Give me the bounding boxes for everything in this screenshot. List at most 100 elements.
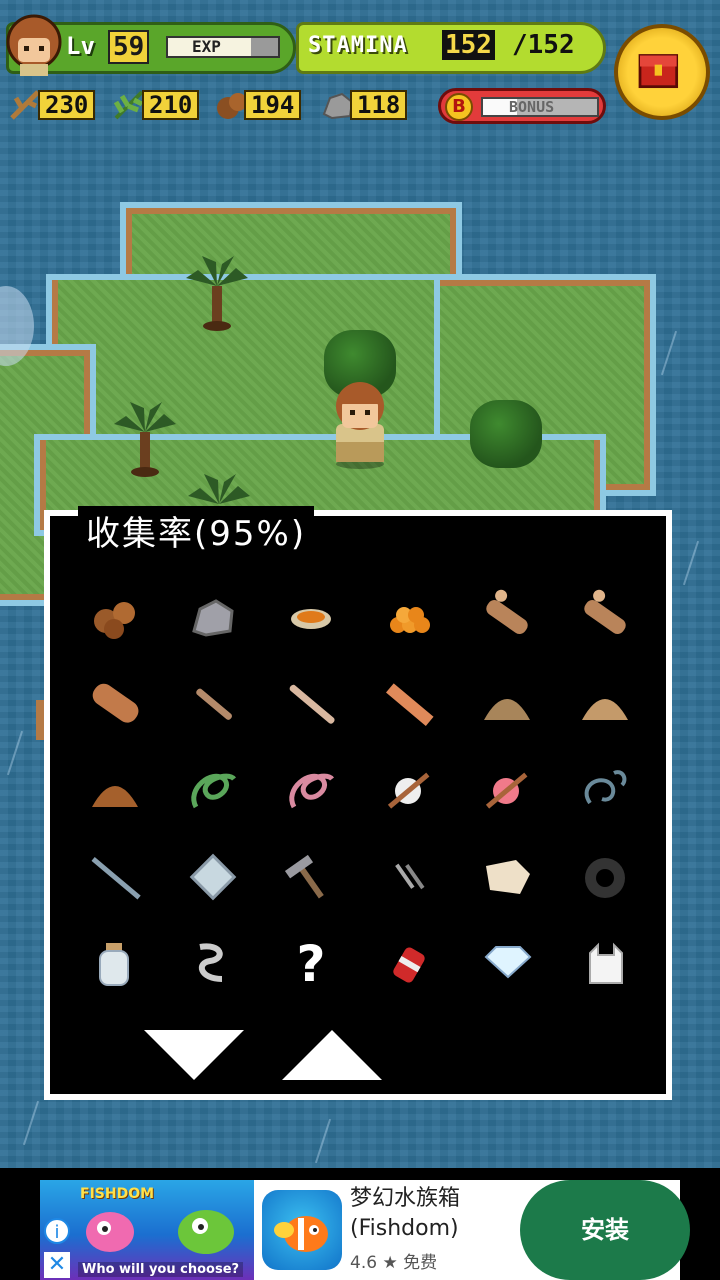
scroll-up-button[interactable]: [282, 1024, 382, 1084]
rain-streak: [22, 1100, 40, 1146]
nails-icon: [395, 863, 425, 890]
tire-icon: [585, 858, 625, 898]
palm-tree-icon: [186, 256, 248, 331]
treasure-chest-icon: [638, 54, 679, 89]
resource-value: 230: [38, 90, 96, 120]
green-rope-icon: [191, 773, 236, 809]
stamina-current: 152: [442, 30, 495, 60]
collection-item[interactable]: [168, 576, 258, 656]
treasure-chest-button[interactable]: [614, 24, 710, 120]
pink-fish-icon: [86, 1212, 134, 1252]
panel-title-wrap: 收集率(95%): [78, 506, 315, 555]
rain-streak: [314, 1118, 332, 1164]
cloth-icon: [486, 860, 530, 894]
collection-item[interactable]: [364, 663, 454, 743]
collection-item[interactable]: [70, 750, 160, 830]
bonus-badge: B: [445, 93, 473, 121]
clay-pile-icon: [92, 786, 138, 807]
rod-icon: [91, 857, 141, 900]
collection-item[interactable]: [266, 750, 356, 830]
stick-icon: [196, 688, 232, 720]
collection-item[interactable]: [70, 837, 160, 917]
player-avatar[interactable]: [4, 12, 64, 78]
can-icon: [393, 947, 425, 983]
collection-item[interactable]: [266, 837, 356, 917]
stamina-max: /152: [512, 30, 575, 60]
collection-item[interactable]: [462, 663, 552, 743]
red-thread-icon: [485, 772, 528, 809]
collection-item[interactable]: [168, 750, 258, 830]
collection-item[interactable]: [462, 924, 552, 1004]
collection-item[interactable]: [560, 576, 650, 656]
collection-item[interactable]: [560, 837, 650, 917]
thick-log-icon: [92, 683, 139, 723]
resource-value: 118: [350, 90, 408, 120]
install-button[interactable]: 安装: [520, 1180, 690, 1280]
bowl-icon: [291, 609, 331, 629]
collection-item[interactable]: [462, 837, 552, 917]
exp-label: EXP: [192, 37, 221, 56]
fishdom-app-icon[interactable]: [262, 1190, 342, 1270]
glass-plate-icon: [189, 853, 237, 901]
collection-item[interactable]: [70, 576, 160, 656]
ad-content[interactable]: FISHDOM Who will you choose? i ✕ 梦幻水族箱 (: [40, 1180, 690, 1280]
plastic-bag-icon: [589, 942, 623, 984]
ad-close-icon[interactable]: ✕: [44, 1252, 70, 1278]
level-label: Lv: [66, 32, 95, 60]
ad-title[interactable]: 梦幻水族箱 (Fishdom): [350, 1184, 460, 1244]
player-character[interactable]: [322, 372, 398, 470]
rain-streak: [6, 730, 24, 776]
scroll-down-button[interactable]: [144, 1024, 244, 1084]
collection-item[interactable]: [168, 924, 258, 1004]
collection-item[interactable]: [364, 750, 454, 830]
log-icon: [584, 589, 626, 634]
collection-item[interactable]: [364, 576, 454, 656]
unknown-icon: ?: [296, 935, 326, 993]
collection-item[interactable]: [364, 837, 454, 917]
ad-image[interactable]: FISHDOM Who will you choose?: [40, 1180, 254, 1280]
log-icon: [486, 589, 528, 634]
bonus-track: BONUS: [481, 97, 599, 117]
resource-branch: 230: [8, 88, 104, 122]
collection-item[interactable]: [70, 924, 160, 1004]
diamond-icon: [484, 946, 532, 979]
chain-icon: [198, 943, 223, 982]
collection-item[interactable]: [560, 924, 650, 1004]
stamina-label: STAMINA: [308, 33, 408, 58]
exp-bar: EXP: [166, 36, 280, 58]
collection-item[interactable]: [364, 924, 454, 1004]
bush[interactable]: [470, 400, 542, 468]
ad-caption: Who will you choose?: [78, 1262, 244, 1277]
stone-icon: [192, 599, 234, 637]
collection-item[interactable]: [266, 576, 356, 656]
clownfish-icon: [274, 1216, 328, 1252]
long-stick-icon: [289, 684, 335, 724]
bonus-bar[interactable]: B BONUS: [438, 88, 606, 124]
resource-value: 210: [142, 90, 200, 120]
collection-item[interactable]: [462, 576, 552, 656]
collection-item[interactable]: [70, 663, 160, 743]
collection-item[interactable]: [168, 663, 258, 743]
ad-title-line2: (Fishdom): [350, 1216, 459, 1241]
rain-streak: [660, 330, 678, 376]
ad-info-icon[interactable]: i: [44, 1218, 70, 1244]
rain-streak: [682, 540, 700, 586]
ad-banner: FISHDOM Who will you choose? i ✕ 梦幻水族箱 (: [0, 1168, 720, 1280]
wire-icon: [584, 770, 627, 805]
collection-item[interactable]: ?: [266, 924, 356, 1004]
dirt-pile-icon: [484, 699, 530, 720]
ad-brand: FISHDOM: [80, 1186, 155, 1202]
collection-item[interactable]: [560, 663, 650, 743]
collection-item[interactable]: [266, 663, 356, 743]
collection-item[interactable]: [168, 837, 258, 917]
collection-item[interactable]: [462, 750, 552, 830]
pink-rope-icon: [289, 773, 334, 809]
panel-title: 收集率(95%): [86, 514, 307, 554]
collection-panel: 收集率(95%) ?: [44, 506, 672, 1100]
bonus-label: BONUS: [509, 98, 555, 116]
plank-icon: [385, 683, 434, 726]
collection-item[interactable]: [560, 750, 650, 830]
ad-rating: 4.6 ★ 免费: [350, 1253, 438, 1273]
white-thread-icon: [387, 772, 430, 809]
nuts-icon: [94, 602, 135, 639]
